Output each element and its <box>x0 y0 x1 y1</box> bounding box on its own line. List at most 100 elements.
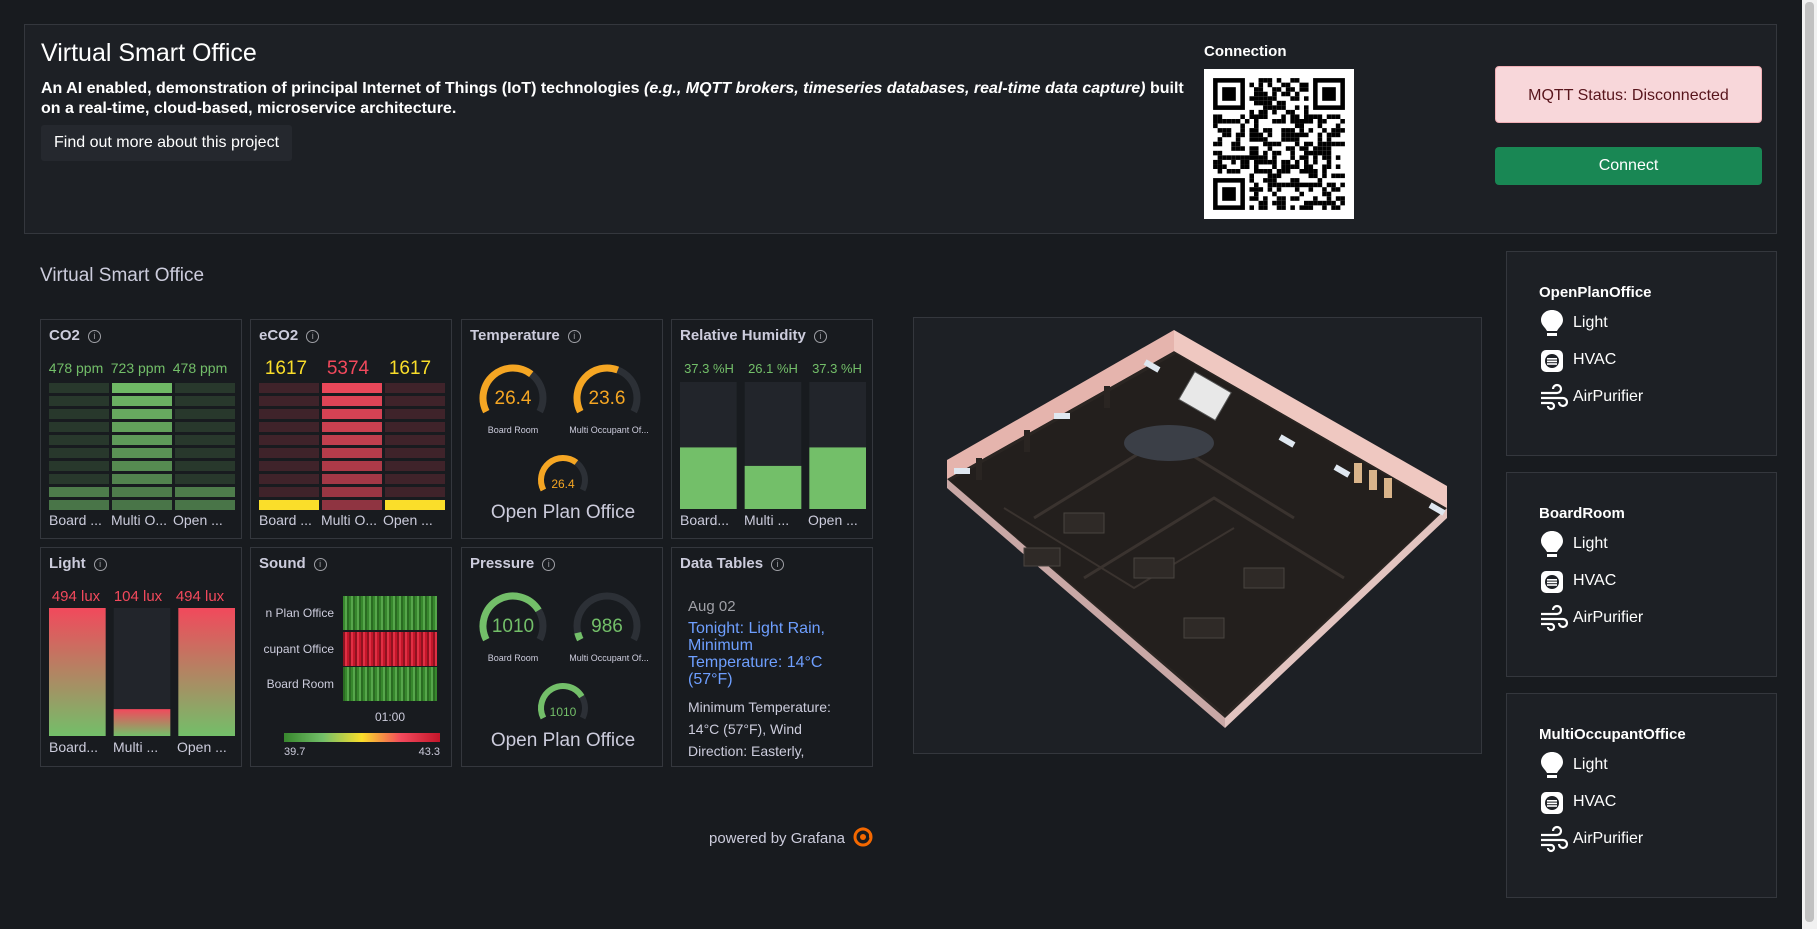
co2-label: Board ... <box>49 512 102 528</box>
panel-title: Relative Humidity i <box>680 327 827 344</box>
info-icon[interactable]: i <box>306 330 320 343</box>
hvac-icon <box>1541 792 1563 814</box>
heatmap-cell <box>349 667 351 701</box>
bar-segment <box>49 383 109 393</box>
info-icon[interactable]: i <box>87 330 101 343</box>
co2-label: Multi O... <box>111 512 168 528</box>
device-label: AirPurifier <box>1573 830 1644 847</box>
heatmap-cell <box>433 667 435 701</box>
heatmap-cell <box>407 596 409 630</box>
humidity-panel: Relative Humidity i 37.3 %H 26.1 %H 37.3 … <box>671 319 873 539</box>
heatmap-cell <box>387 596 389 630</box>
forecast-date: Aug 02 <box>688 598 736 615</box>
forecast-headline-link[interactable]: Tonight: Light Rain, Minimum Temperature… <box>688 620 848 688</box>
heatmap-cell <box>373 596 375 630</box>
heatmap-cell <box>389 667 391 701</box>
bar-segment <box>49 500 109 510</box>
heatmap-cell <box>409 667 411 701</box>
heatmap-cell <box>353 596 355 630</box>
gauge-big-label: Open Plan Office <box>490 730 636 751</box>
heatmap-cell <box>353 632 355 666</box>
bar-segment <box>175 448 235 458</box>
light-value: 494 lux <box>175 588 225 605</box>
bar-segment <box>175 474 235 484</box>
heatmap-cell <box>399 596 401 630</box>
heatmap-cell <box>355 596 357 630</box>
room-name: BoardRoom <box>1539 505 1625 522</box>
scrollbar-thumb[interactable] <box>1805 2 1814 922</box>
project-description: An AI enabled, demonstration of principa… <box>41 79 1201 119</box>
bar-fill <box>178 608 235 736</box>
bar-segment <box>112 435 172 445</box>
panel-title: Sound i <box>259 555 327 572</box>
page-title: Virtual Smart Office <box>41 39 257 67</box>
scrollbar[interactable] <box>1802 0 1817 929</box>
bar-segment <box>385 474 445 484</box>
heatmap-cell <box>387 632 389 666</box>
bar-segment <box>385 435 445 445</box>
gauge-fill <box>574 631 584 642</box>
eco2-panel: eCO2 i 1617 5374 1617 Board ... Multi O..… <box>250 319 452 539</box>
heatmap-cell <box>397 596 399 630</box>
heatmap-cell <box>405 632 407 666</box>
sound-panel: Sound i n Plan Office cupant Office Board… <box>250 547 452 767</box>
bar-segment <box>322 487 382 497</box>
bar-segment <box>259 409 319 419</box>
bar-segment <box>385 500 445 510</box>
bar-segment <box>49 461 109 471</box>
heatmap-cell <box>423 632 425 666</box>
bar-segment <box>175 487 235 497</box>
data-tables-panel: Data Tables i Aug 02 Tonight: Light Rain,… <box>671 547 873 767</box>
panel-title: Data Tables i <box>680 555 785 572</box>
bar-segment <box>112 383 172 393</box>
bar-segment <box>175 435 235 445</box>
connection-label: Connection <box>1204 43 1287 60</box>
bar-fill <box>744 465 802 509</box>
heatmap-cell <box>355 632 357 666</box>
heatmap-cell <box>429 632 431 666</box>
bar-segment <box>385 487 445 497</box>
heatmap-cell <box>423 667 425 701</box>
heatmap-cell <box>347 632 349 666</box>
heatmap-cell <box>421 596 423 630</box>
wind-icon <box>1541 383 1569 411</box>
heatmap-cell <box>435 596 437 630</box>
find-out-more-button[interactable]: Find out more about this project <box>41 125 293 161</box>
bar-segment <box>322 396 382 406</box>
device-label: AirPurifier <box>1573 388 1644 405</box>
bar-segment <box>385 396 445 406</box>
office-3d-view[interactable] <box>913 317 1482 754</box>
light-title: Light <box>49 555 86 572</box>
info-icon[interactable]: i <box>813 330 827 343</box>
heatmap-cell <box>371 596 373 630</box>
heatmap-cell <box>347 667 349 701</box>
heatmap-cell <box>369 596 371 630</box>
connect-button[interactable]: Connect <box>1495 147 1762 185</box>
heatmap-cell <box>393 632 395 666</box>
heatmap-cell <box>371 667 373 701</box>
bar-segment <box>322 474 382 484</box>
heatmap-cell <box>355 667 357 701</box>
info-icon[interactable]: i <box>771 558 785 571</box>
room-name: MultiOccupantOffice <box>1539 726 1686 743</box>
heatmap-cell <box>357 632 359 666</box>
info-icon[interactable]: i <box>93 558 107 571</box>
humidity-value: 26.1 %H <box>748 361 798 376</box>
heatmap-cell <box>413 596 415 630</box>
heatmap-cell <box>353 667 355 701</box>
eco2-title: eCO2 <box>259 327 299 344</box>
info-icon[interactable]: i <box>313 558 327 571</box>
light-panel: Light i 494 lux 104 lux 494 lux Board... … <box>40 547 242 767</box>
device-label: HVAC <box>1573 793 1617 810</box>
heatmap-cell <box>345 596 347 630</box>
heatmap-cell <box>425 632 427 666</box>
heatmap-cell <box>421 667 423 701</box>
bar-segment <box>112 409 172 419</box>
header-card: Virtual Smart Office An AI enabled, demo… <box>24 24 1777 234</box>
heatmap-cell <box>393 596 395 630</box>
grafana-logo-icon <box>853 827 873 847</box>
heatmap-time-label: 01:00 <box>374 710 406 724</box>
isometric-office-illustration <box>947 330 1447 728</box>
temperature-gauges: 26.4 23.6 26.4 <box>479 364 641 492</box>
heatmap-cell <box>343 667 345 701</box>
